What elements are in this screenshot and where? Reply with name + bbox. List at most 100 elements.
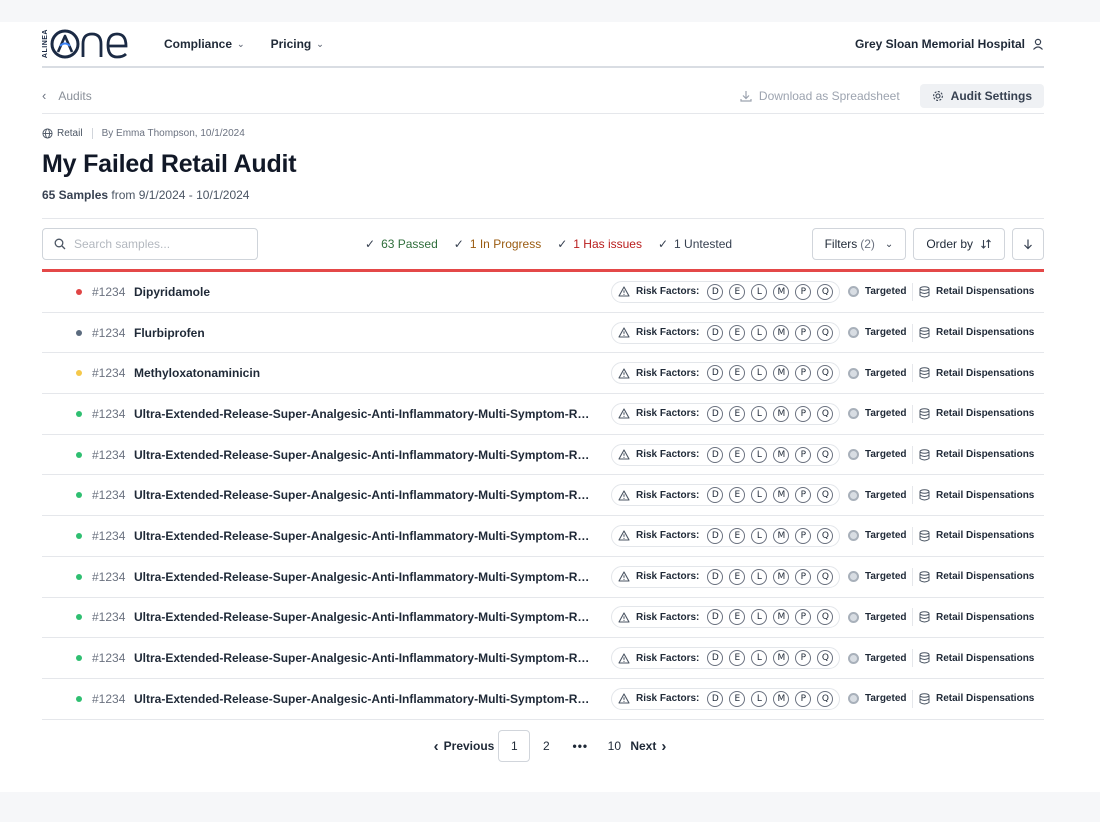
risk-factor-badge[interactable]: P: [795, 650, 812, 667]
risk-factor-badge[interactable]: D: [707, 405, 724, 422]
sample-name[interactable]: Ultra-Extended-Release-Super-Analgesic-A…: [134, 488, 596, 502]
risk-factor-badge[interactable]: M: [773, 405, 790, 422]
risk-factor-badge[interactable]: P: [795, 365, 812, 382]
risk-factor-badge[interactable]: P: [795, 568, 812, 585]
risk-factor-badge[interactable]: M: [773, 324, 790, 341]
risk-factor-badge[interactable]: Q: [817, 690, 834, 707]
risk-factor-badge[interactable]: L: [751, 365, 768, 382]
risk-factors[interactable]: Risk Factors: D E L M P Q: [611, 321, 841, 344]
risk-factor-badge[interactable]: M: [773, 527, 790, 544]
sample-name[interactable]: Ultra-Extended-Release-Super-Analgesic-A…: [134, 651, 596, 665]
risk-factor-badge[interactable]: D: [707, 446, 724, 463]
sample-name[interactable]: Ultra-Extended-Release-Super-Analgesic-A…: [134, 610, 596, 624]
risk-factors[interactable]: Risk Factors: D E L M P Q: [611, 402, 841, 425]
risk-factor-badge[interactable]: E: [729, 690, 746, 707]
risk-factors[interactable]: Risk Factors: D E L M P Q: [611, 606, 841, 629]
risk-factor-badge[interactable]: Q: [817, 405, 834, 422]
sample-name[interactable]: Dipyridamole: [134, 285, 596, 299]
account-menu[interactable]: Grey Sloan Memorial Hospital: [855, 37, 1044, 51]
download-spreadsheet-button[interactable]: Download as Spreadsheet: [730, 84, 910, 108]
risk-factor-badge[interactable]: E: [729, 446, 746, 463]
risk-factor-badge[interactable]: Q: [817, 283, 834, 300]
risk-factor-badge[interactable]: D: [707, 527, 724, 544]
risk-factor-badge[interactable]: Q: [817, 324, 834, 341]
table-row[interactable]: #1234 Ultra-Extended-Release-Super-Analge…: [42, 516, 1044, 557]
risk-factor-badge[interactable]: P: [795, 690, 812, 707]
risk-factor-badge[interactable]: Q: [817, 446, 834, 463]
risk-factor-badge[interactable]: P: [795, 283, 812, 300]
risk-factor-badge[interactable]: E: [729, 405, 746, 422]
risk-factor-badge[interactable]: M: [773, 283, 790, 300]
risk-factors[interactable]: Risk Factors: D E L M P Q: [611, 280, 841, 303]
table-row[interactable]: #1234 Ultra-Extended-Release-Super-Analge…: [42, 679, 1044, 720]
risk-factor-badge[interactable]: Q: [817, 527, 834, 544]
page-2-button[interactable]: 2: [530, 730, 562, 762]
risk-factor-badge[interactable]: D: [707, 365, 724, 382]
back-to-audits-link[interactable]: ‹ Audits: [42, 88, 92, 103]
risk-factor-badge[interactable]: E: [729, 324, 746, 341]
risk-factor-badge[interactable]: Q: [817, 487, 834, 504]
risk-factor-badge[interactable]: L: [751, 283, 768, 300]
risk-factor-badge[interactable]: L: [751, 446, 768, 463]
pagination-ellipsis[interactable]: •••: [562, 739, 598, 753]
risk-factor-badge[interactable]: Q: [817, 650, 834, 667]
filters-button[interactable]: Filters (2) ⌄: [811, 228, 907, 260]
status-in-progress[interactable]: ✓ 1 In Progress: [454, 237, 541, 251]
audit-settings-button[interactable]: Audit Settings: [919, 83, 1044, 108]
table-row[interactable]: #1234 Ultra-Extended-Release-Super-Analge…: [42, 435, 1044, 476]
nav-compliance[interactable]: Compliance ⌄: [164, 37, 245, 51]
risk-factor-badge[interactable]: L: [751, 324, 768, 341]
table-row[interactable]: #1234 Ultra-Extended-Release-Super-Analge…: [42, 394, 1044, 435]
table-row[interactable]: #1234 Ultra-Extended-Release-Super-Analge…: [42, 638, 1044, 679]
risk-factor-badge[interactable]: D: [707, 283, 724, 300]
risk-factor-badge[interactable]: M: [773, 609, 790, 626]
status-untested[interactable]: ✓ 1 Untested: [658, 237, 732, 251]
risk-factor-badge[interactable]: E: [729, 650, 746, 667]
logo[interactable]: ALINEA: [42, 28, 128, 60]
sample-name[interactable]: Ultra-Extended-Release-Super-Analgesic-A…: [134, 448, 596, 462]
risk-factor-badge[interactable]: P: [795, 405, 812, 422]
order-by-button[interactable]: Order by: [913, 228, 1005, 260]
risk-factor-badge[interactable]: M: [773, 446, 790, 463]
next-page-button[interactable]: Next ›: [630, 738, 666, 755]
risk-factor-badge[interactable]: E: [729, 527, 746, 544]
risk-factors[interactable]: Risk Factors: D E L M P Q: [611, 647, 841, 670]
risk-factor-badge[interactable]: L: [751, 650, 768, 667]
risk-factor-badge[interactable]: L: [751, 527, 768, 544]
risk-factor-badge[interactable]: D: [707, 609, 724, 626]
risk-factor-badge[interactable]: P: [795, 446, 812, 463]
sort-direction-button[interactable]: [1012, 228, 1044, 260]
risk-factors[interactable]: Risk Factors: D E L M P Q: [611, 362, 841, 385]
risk-factor-badge[interactable]: D: [707, 690, 724, 707]
risk-factor-badge[interactable]: M: [773, 487, 790, 504]
risk-factor-badge[interactable]: M: [773, 650, 790, 667]
risk-factor-badge[interactable]: E: [729, 568, 746, 585]
risk-factor-badge[interactable]: D: [707, 487, 724, 504]
risk-factor-badge[interactable]: D: [707, 650, 724, 667]
risk-factors[interactable]: Risk Factors: D E L M P Q: [611, 565, 841, 588]
risk-factor-badge[interactable]: L: [751, 568, 768, 585]
risk-factor-badge[interactable]: L: [751, 405, 768, 422]
risk-factor-badge[interactable]: M: [773, 568, 790, 585]
risk-factor-badge[interactable]: P: [795, 487, 812, 504]
risk-factor-badge[interactable]: P: [795, 527, 812, 544]
risk-factor-badge[interactable]: D: [707, 568, 724, 585]
risk-factor-badge[interactable]: D: [707, 324, 724, 341]
nav-pricing[interactable]: Pricing ⌄: [271, 37, 324, 51]
risk-factor-badge[interactable]: P: [795, 609, 812, 626]
table-row[interactable]: #1234 Flurbiprofen Risk Factors: D E L M P Q Targ…: [42, 313, 1044, 354]
status-passed[interactable]: ✓ 63 Passed: [365, 237, 438, 251]
risk-factors[interactable]: Risk Factors: D E L M P Q: [611, 484, 841, 507]
risk-factor-badge[interactable]: E: [729, 365, 746, 382]
risk-factor-badge[interactable]: E: [729, 283, 746, 300]
table-row[interactable]: #1234 Ultra-Extended-Release-Super-Analge…: [42, 475, 1044, 517]
risk-factor-badge[interactable]: M: [773, 690, 790, 707]
sample-name[interactable]: Ultra-Extended-Release-Super-Analgesic-A…: [134, 529, 596, 543]
risk-factors[interactable]: Risk Factors: D E L M P Q: [611, 443, 841, 466]
sample-name[interactable]: Ultra-Extended-Release-Super-Analgesic-A…: [134, 692, 596, 706]
risk-factor-badge[interactable]: L: [751, 487, 768, 504]
search-input[interactable]: Search samples...: [42, 228, 258, 260]
risk-factor-badge[interactable]: L: [751, 609, 768, 626]
sample-name[interactable]: Ultra-Extended-Release-Super-Analgesic-A…: [134, 407, 596, 421]
risk-factor-badge[interactable]: L: [751, 690, 768, 707]
